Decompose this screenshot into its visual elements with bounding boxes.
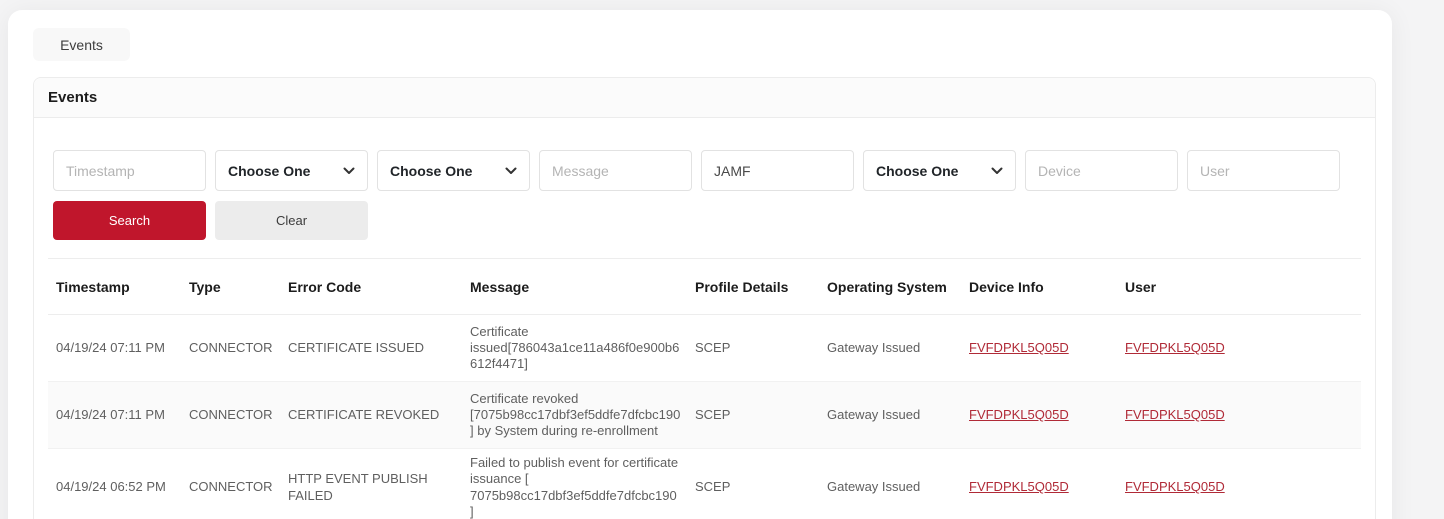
cell-message: Certificate revoked [7075b98cc17dbf3ef5d… bbox=[462, 382, 687, 449]
os-select-value: Choose One bbox=[876, 163, 958, 179]
filter-buttons: Search Clear bbox=[53, 201, 1356, 240]
events-table: TimestampTypeError CodeMessageProfile De… bbox=[48, 258, 1361, 519]
events-panel: Events Choose One Choose One Choose One bbox=[33, 77, 1376, 519]
cell-timestamp: 04/19/24 07:11 PM bbox=[48, 382, 181, 449]
timestamp-filter-input[interactable] bbox=[53, 150, 206, 191]
chevron-down-icon bbox=[991, 167, 1003, 175]
cell-type: CONNECTOR bbox=[181, 315, 280, 382]
table-row: 04/19/24 07:11 PM CONNECTOR CERTIFICATE … bbox=[48, 315, 1361, 382]
filter-row: Choose One Choose One Choose One bbox=[53, 150, 1356, 191]
type-select[interactable]: Choose One bbox=[215, 150, 368, 191]
chevron-down-icon bbox=[343, 167, 355, 175]
cell-timestamp: 04/19/24 06:52 PM bbox=[48, 449, 181, 519]
table-row: 04/19/24 06:52 PM CONNECTOR HTTP EVENT P… bbox=[48, 449, 1361, 519]
filters: Choose One Choose One Choose One Search bbox=[34, 118, 1375, 240]
cell-user: FVFDPKL5Q05D bbox=[1117, 315, 1361, 382]
cell-error-code: CERTIFICATE ISSUED bbox=[280, 315, 462, 382]
device-info-link[interactable]: FVFDPKL5Q05D bbox=[969, 479, 1069, 494]
cell-type: CONNECTOR bbox=[181, 449, 280, 519]
column-header: Timestamp bbox=[48, 259, 181, 315]
device-filter-input[interactable] bbox=[1025, 150, 1178, 191]
search-button[interactable]: Search bbox=[53, 201, 206, 240]
panel-header: Events bbox=[34, 78, 1375, 118]
cell-user: FVFDPKL5Q05D bbox=[1117, 382, 1361, 449]
cell-profile-details: SCEP bbox=[687, 382, 819, 449]
cell-timestamp: 04/19/24 07:11 PM bbox=[48, 315, 181, 382]
cell-device-info: FVFDPKL5Q05D bbox=[961, 382, 1117, 449]
cell-user: FVFDPKL5Q05D bbox=[1117, 449, 1361, 519]
user-link[interactable]: FVFDPKL5Q05D bbox=[1125, 407, 1225, 422]
column-header: Operating System bbox=[819, 259, 961, 315]
events-tab-label: Events bbox=[60, 37, 103, 53]
user-link[interactable]: FVFDPKL5Q05D bbox=[1125, 340, 1225, 355]
chevron-down-icon bbox=[505, 167, 517, 175]
type-select-value: Choose One bbox=[228, 163, 310, 179]
cell-operating-system: Gateway Issued bbox=[819, 382, 961, 449]
profile-filter-input[interactable] bbox=[701, 150, 854, 191]
table-header-row: TimestampTypeError CodeMessageProfile De… bbox=[48, 259, 1361, 315]
panel-title: Events bbox=[48, 89, 1361, 106]
user-link[interactable]: FVFDPKL5Q05D bbox=[1125, 479, 1225, 494]
os-select[interactable]: Choose One bbox=[863, 150, 1016, 191]
table-row: 04/19/24 07:11 PM CONNECTOR CERTIFICATE … bbox=[48, 382, 1361, 449]
cell-type: CONNECTOR bbox=[181, 382, 280, 449]
cell-error-code: CERTIFICATE REVOKED bbox=[280, 382, 462, 449]
table-body: 04/19/24 07:11 PM CONNECTOR CERTIFICATE … bbox=[48, 315, 1361, 519]
error-code-select[interactable]: Choose One bbox=[377, 150, 530, 191]
cell-message: Certificate issued[786043a1ce11a486f0e90… bbox=[462, 315, 687, 382]
column-header: Device Info bbox=[961, 259, 1117, 315]
cell-operating-system: Gateway Issued bbox=[819, 449, 961, 519]
user-filter-input[interactable] bbox=[1187, 150, 1340, 191]
device-info-link[interactable]: FVFDPKL5Q05D bbox=[969, 407, 1069, 422]
device-info-link[interactable]: FVFDPKL5Q05D bbox=[969, 340, 1069, 355]
cell-operating-system: Gateway Issued bbox=[819, 315, 961, 382]
app-background: { "tabs": { "events_label": "Events" }, … bbox=[0, 0, 1444, 519]
cell-message: Failed to publish event for certificate … bbox=[462, 449, 687, 519]
content-card: Events Events Choose One Choose One Choo bbox=[8, 10, 1392, 519]
cell-profile-details: SCEP bbox=[687, 315, 819, 382]
cell-device-info: FVFDPKL5Q05D bbox=[961, 315, 1117, 382]
error-code-select-value: Choose One bbox=[390, 163, 472, 179]
column-header: Type bbox=[181, 259, 280, 315]
events-tab[interactable]: Events bbox=[33, 28, 130, 61]
column-header: User bbox=[1117, 259, 1361, 315]
column-header: Error Code bbox=[280, 259, 462, 315]
cell-profile-details: SCEP bbox=[687, 449, 819, 519]
column-header: Profile Details bbox=[687, 259, 819, 315]
message-filter-input[interactable] bbox=[539, 150, 692, 191]
cell-error-code: HTTP EVENT PUBLISH FAILED bbox=[280, 449, 462, 519]
cell-device-info: FVFDPKL5Q05D bbox=[961, 449, 1117, 519]
column-header: Message bbox=[462, 259, 687, 315]
clear-button[interactable]: Clear bbox=[215, 201, 368, 240]
events-table-container: TimestampTypeError CodeMessageProfile De… bbox=[48, 258, 1361, 519]
